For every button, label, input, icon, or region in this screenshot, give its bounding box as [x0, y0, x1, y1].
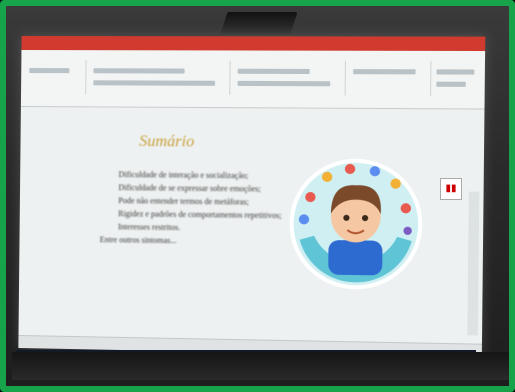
ribbon-group-font — [87, 60, 231, 95]
ribbon-group-drawing — [346, 60, 432, 96]
side-badge: ▮▮ — [440, 178, 462, 200]
projector-mount — [220, 12, 298, 34]
slide-title: Sumário — [139, 132, 195, 151]
ribbon-group-paragraph — [231, 60, 346, 96]
room-floor — [12, 352, 509, 380]
boy-illustration — [288, 158, 424, 291]
ribbon-toolbar — [20, 49, 486, 110]
vertical-scrollbar[interactable] — [467, 191, 480, 336]
app-titlebar — [21, 35, 486, 52]
slide-canvas: Sumário Dificuldade de interação e socia… — [18, 107, 485, 357]
ribbon-group-clipboard — [25, 60, 87, 95]
photo-frame: Sumário Dificuldade de interação e socia… — [0, 0, 515, 392]
projection-screen: Sumário Dificuldade de interação e socia… — [18, 35, 486, 358]
